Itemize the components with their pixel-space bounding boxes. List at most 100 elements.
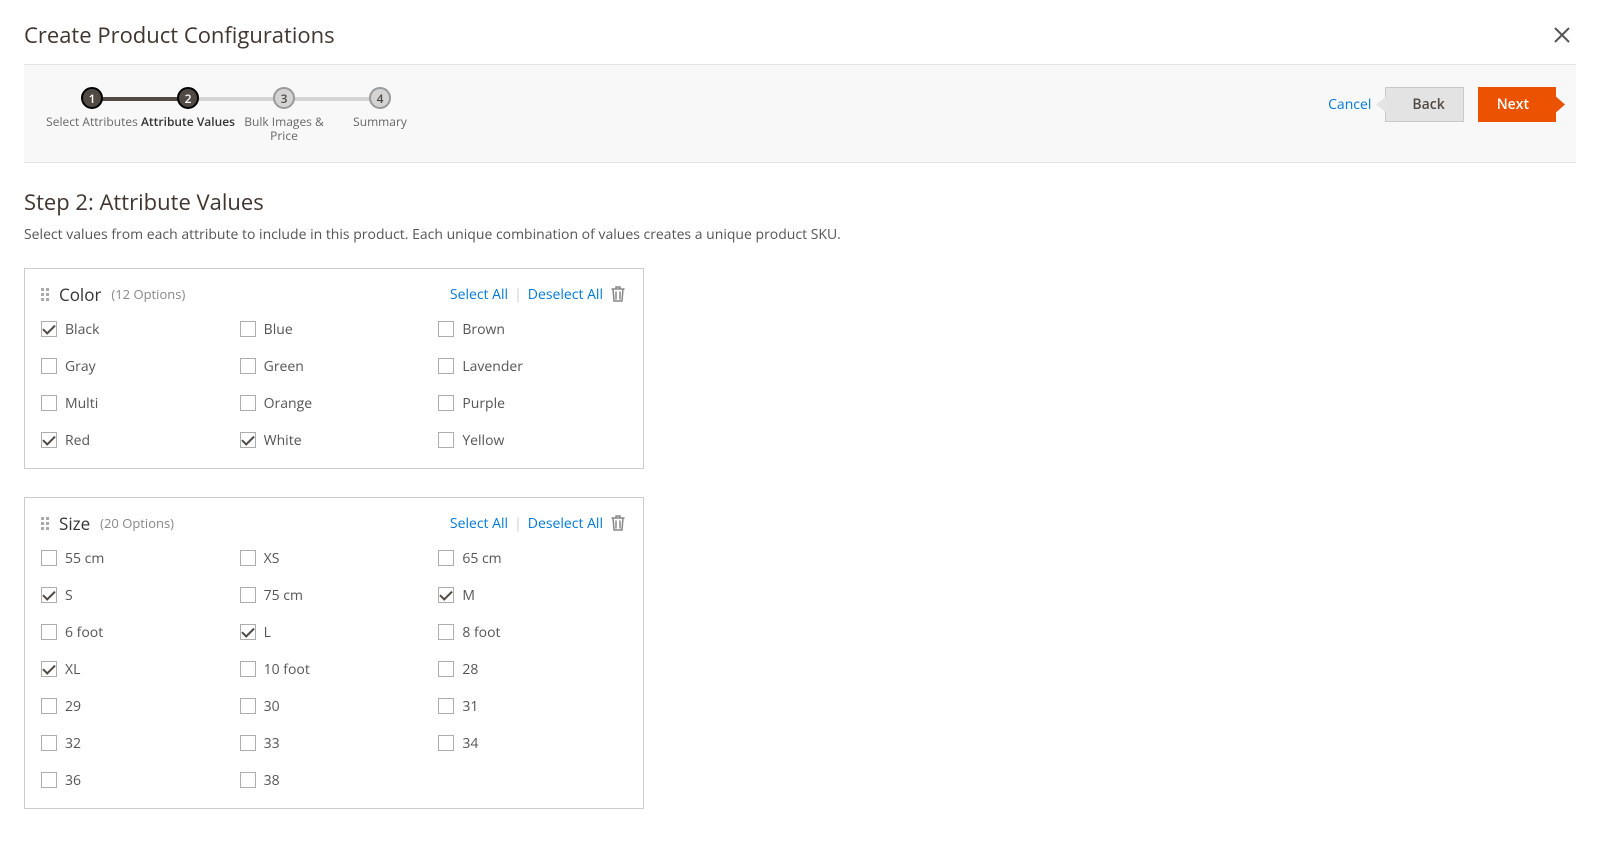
option-label: Purple — [462, 394, 505, 413]
attribute-option[interactable]: Gray — [41, 357, 230, 376]
attribute-option[interactable]: Blue — [240, 320, 429, 339]
checkbox[interactable] — [240, 432, 256, 448]
checkbox[interactable] — [41, 698, 57, 714]
checkbox[interactable] — [240, 698, 256, 714]
option-label: Yellow — [462, 431, 504, 450]
attribute-option[interactable]: Green — [240, 357, 429, 376]
checkbox[interactable] — [438, 624, 454, 640]
attribute-option[interactable]: Multi — [41, 394, 230, 413]
attribute-option[interactable]: Orange — [240, 394, 429, 413]
drag-handle-icon[interactable] — [41, 288, 49, 301]
checkbox[interactable] — [240, 772, 256, 788]
wizard-step: 3Bulk Images & Price — [236, 87, 332, 144]
attribute-option[interactable]: 55 cm — [41, 549, 230, 568]
attribute-option[interactable]: 31 — [438, 697, 627, 716]
modal-create-product-configurations: Create Product Configurations 1Select At… — [0, 0, 1600, 861]
checkbox[interactable] — [41, 358, 57, 374]
option-label: Green — [264, 357, 304, 376]
attribute-option[interactable]: 33 — [240, 734, 429, 753]
attribute-option[interactable]: 38 — [240, 771, 429, 790]
checkbox[interactable] — [41, 624, 57, 640]
back-button[interactable]: Back — [1385, 87, 1463, 122]
options-grid: Black Blue Brown Gray Green Lavender Multi Oran… — [41, 320, 627, 450]
attribute-option[interactable]: Lavender — [438, 357, 627, 376]
option-label: 36 — [65, 771, 81, 790]
attribute-option[interactable]: Red — [41, 431, 230, 450]
attribute-option[interactable]: Yellow — [438, 431, 627, 450]
attribute-option[interactable]: L — [240, 623, 429, 642]
attribute-option[interactable]: 36 — [41, 771, 230, 790]
step-dot: 3 — [273, 87, 295, 109]
next-button-label: Next — [1497, 95, 1529, 114]
attribute-option[interactable]: S — [41, 586, 230, 605]
attribute-option[interactable]: 32 — [41, 734, 230, 753]
attribute-option[interactable]: 65 cm — [438, 549, 627, 568]
checkbox[interactable] — [41, 735, 57, 751]
checkbox[interactable] — [240, 624, 256, 640]
step-dot: 1 — [81, 87, 103, 109]
step-description: Select values from each attribute to inc… — [24, 225, 1576, 244]
checkbox[interactable] — [41, 321, 57, 337]
select-all-link[interactable]: Select All — [450, 514, 508, 533]
option-label: 33 — [264, 734, 280, 753]
checkbox[interactable] — [41, 395, 57, 411]
attribute-option[interactable]: 6 foot — [41, 623, 230, 642]
checkbox[interactable] — [240, 358, 256, 374]
next-button[interactable]: Next — [1478, 87, 1556, 122]
select-all-link[interactable]: Select All — [450, 285, 508, 304]
trash-icon[interactable] — [609, 284, 627, 304]
attribute-option[interactable]: M — [438, 586, 627, 605]
checkbox[interactable] — [41, 587, 57, 603]
attribute-option[interactable]: Brown — [438, 320, 627, 339]
attribute-option[interactable]: 34 — [438, 734, 627, 753]
attribute-option[interactable]: Black — [41, 320, 230, 339]
checkbox[interactable] — [438, 698, 454, 714]
option-label: 65 cm — [462, 549, 501, 568]
checkbox[interactable] — [438, 550, 454, 566]
drag-handle-icon[interactable] — [41, 517, 49, 530]
deselect-all-link[interactable]: Deselect All — [528, 514, 603, 533]
checkbox[interactable] — [240, 735, 256, 751]
checkbox[interactable] — [438, 735, 454, 751]
option-label: Red — [65, 431, 90, 450]
attribute-option[interactable]: Purple — [438, 394, 627, 413]
deselect-all-link[interactable]: Deselect All — [528, 285, 603, 304]
checkbox[interactable] — [438, 661, 454, 677]
option-label: 38 — [264, 771, 280, 790]
attribute-option[interactable]: 29 — [41, 697, 230, 716]
checkbox[interactable] — [438, 587, 454, 603]
option-label: 10 foot — [264, 660, 310, 679]
checkbox[interactable] — [240, 321, 256, 337]
checkbox[interactable] — [240, 587, 256, 603]
checkbox[interactable] — [41, 772, 57, 788]
checkbox[interactable] — [240, 395, 256, 411]
option-label: 28 — [462, 660, 478, 679]
attribute-option[interactable]: 30 — [240, 697, 429, 716]
checkbox[interactable] — [41, 550, 57, 566]
attribute-option[interactable]: 10 foot — [240, 660, 429, 679]
attribute-option[interactable]: XS — [240, 549, 429, 568]
attribute-option[interactable]: 75 cm — [240, 586, 429, 605]
checkbox[interactable] — [41, 661, 57, 677]
trash-icon[interactable] — [609, 513, 627, 533]
checkbox[interactable] — [41, 432, 57, 448]
attribute-option[interactable]: White — [240, 431, 429, 450]
attribute-option[interactable]: 8 foot — [438, 623, 627, 642]
checkbox[interactable] — [438, 395, 454, 411]
attribute-card: Color(12 Options)Select All|Deselect All… — [24, 268, 644, 469]
attribute-option[interactable]: XL — [41, 660, 230, 679]
close-icon[interactable] — [1548, 21, 1576, 49]
attribute-option[interactable]: 28 — [438, 660, 627, 679]
checkbox[interactable] — [240, 661, 256, 677]
checkbox[interactable] — [438, 358, 454, 374]
checkbox[interactable] — [240, 550, 256, 566]
attribute-cards: Color(12 Options)Select All|Deselect All… — [24, 268, 1576, 809]
step-label: Attribute Values — [140, 115, 236, 129]
option-label: 6 foot — [65, 623, 103, 642]
checkbox[interactable] — [438, 432, 454, 448]
cancel-link[interactable]: Cancel — [1328, 95, 1371, 114]
step-dot: 4 — [369, 87, 391, 109]
option-label: White — [264, 431, 302, 450]
steps-bar: 1Select Attributes2Attribute Values3Bulk… — [24, 64, 1576, 163]
checkbox[interactable] — [438, 321, 454, 337]
